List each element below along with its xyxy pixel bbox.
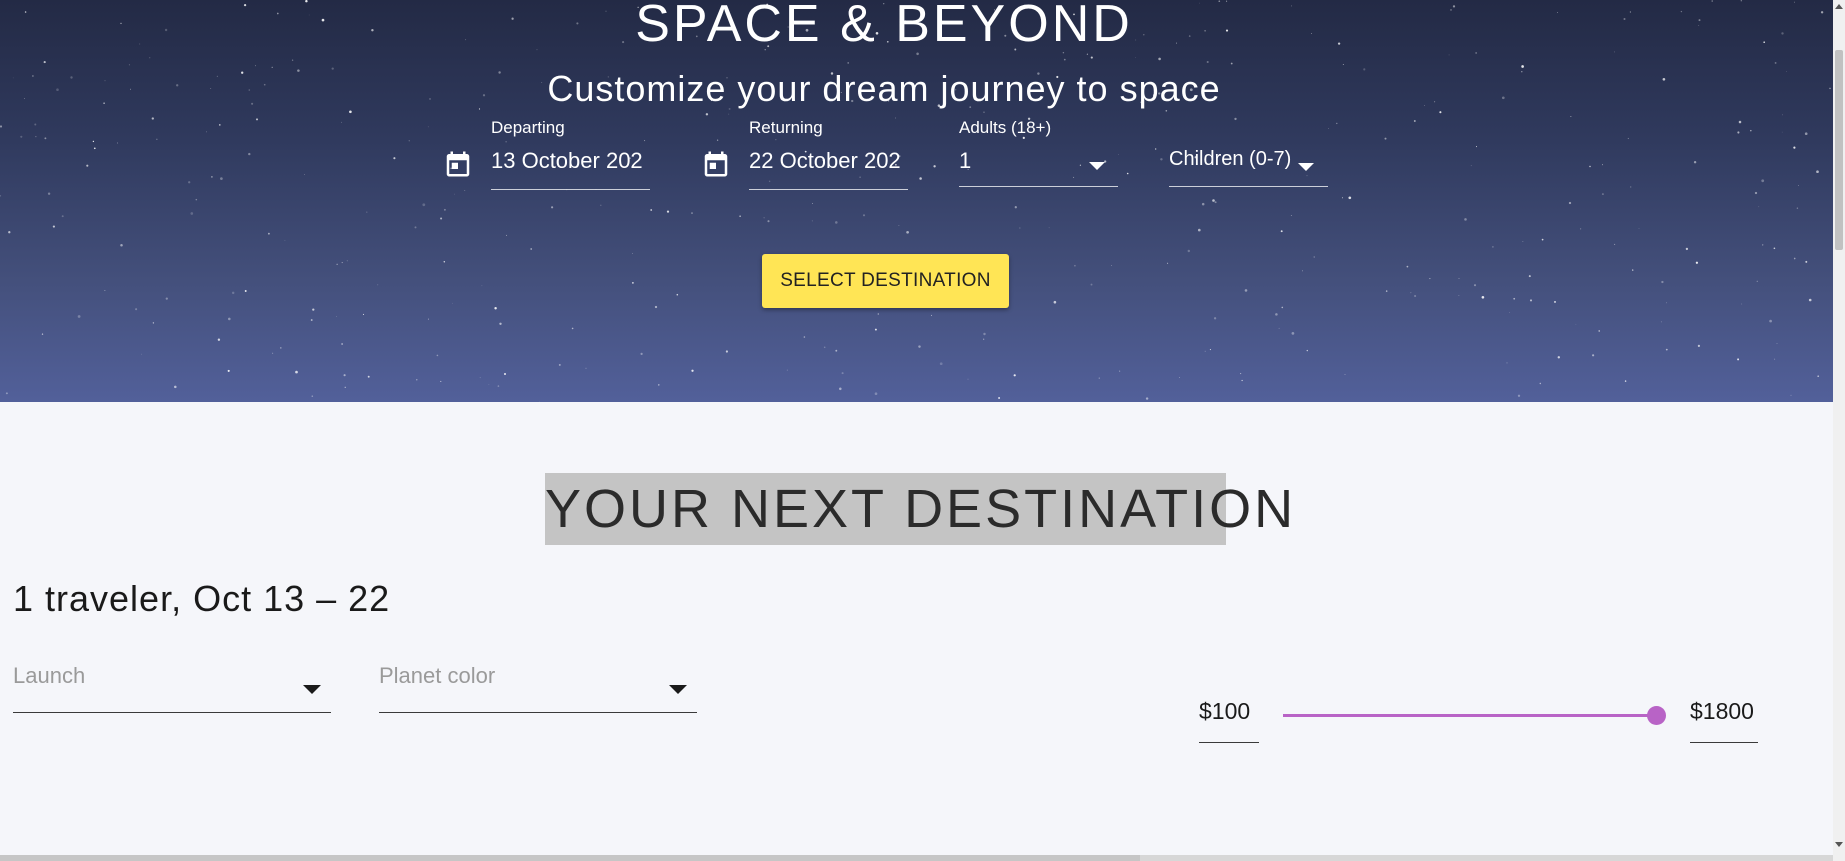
planet-color-placeholder: Planet color bbox=[379, 663, 496, 688]
departing-date-field[interactable]: Departing 13 October 202 bbox=[491, 118, 650, 191]
select-destination-button[interactable]: SELECT DESTINATION bbox=[762, 254, 1009, 308]
section-title: YOUR NEXT DESTINATION bbox=[545, 473, 1293, 545]
adults-select[interactable]: Adults (18+) 1 bbox=[959, 118, 1118, 188]
adults-value: 1 bbox=[959, 148, 972, 173]
vertical-scroll-thumb[interactable] bbox=[1835, 50, 1843, 250]
horizontal-scroll-thumb[interactable] bbox=[0, 855, 1140, 861]
price-slider-thumb[interactable] bbox=[1647, 706, 1666, 725]
trip-summary: 1 traveler, Oct 13 – 22 bbox=[13, 578, 391, 619]
price-min-value: $100 bbox=[1199, 698, 1251, 724]
hero-banner: SPACE & BEYOND Customize your dream jour… bbox=[0, 0, 1833, 402]
starfield-background bbox=[0, 0, 1831, 402]
price-min-field[interactable]: $100 bbox=[1199, 698, 1259, 743]
scroll-down-icon[interactable] bbox=[1835, 842, 1843, 847]
departing-underline bbox=[491, 189, 650, 190]
children-select[interactable]: Children (0-7) bbox=[1169, 148, 1328, 188]
adults-underline bbox=[959, 186, 1118, 187]
launch-placeholder: Launch bbox=[13, 663, 86, 688]
price-max-field[interactable]: $1800 bbox=[1690, 698, 1758, 743]
planet-color-select[interactable]: Planet color bbox=[379, 663, 697, 713]
calendar-icon[interactable] bbox=[701, 148, 731, 180]
price-slider-track[interactable] bbox=[1283, 714, 1657, 717]
launch-select[interactable]: Launch bbox=[13, 663, 331, 713]
children-underline bbox=[1169, 186, 1328, 187]
returning-value[interactable]: 22 October 202 bbox=[749, 148, 908, 174]
returning-date-field[interactable]: Returning 22 October 202 bbox=[749, 118, 908, 191]
returning-label: Returning bbox=[749, 118, 823, 137]
chevron-down-icon[interactable] bbox=[1089, 162, 1105, 170]
returning-underline bbox=[749, 189, 908, 190]
calendar-icon[interactable] bbox=[443, 148, 473, 180]
scroll-up-icon[interactable] bbox=[1835, 4, 1843, 9]
horizontal-scrollbar[interactable] bbox=[0, 855, 1833, 861]
adults-label: Adults (18+) bbox=[959, 118, 1052, 137]
children-placeholder: Children (0-7) bbox=[1169, 148, 1292, 170]
hero-subtitle: Customize your dream journey to space bbox=[547, 68, 1221, 109]
vertical-scrollbar[interactable] bbox=[1833, 0, 1845, 861]
hero-title: SPACE & BEYOND bbox=[635, 0, 1133, 53]
chevron-down-icon[interactable] bbox=[1298, 163, 1314, 171]
departing-label: Departing bbox=[491, 118, 565, 137]
chevron-down-icon[interactable] bbox=[669, 685, 687, 694]
price-max-value: $1800 bbox=[1690, 698, 1754, 724]
chevron-down-icon[interactable] bbox=[303, 685, 321, 694]
departing-value[interactable]: 13 October 202 bbox=[491, 148, 650, 174]
